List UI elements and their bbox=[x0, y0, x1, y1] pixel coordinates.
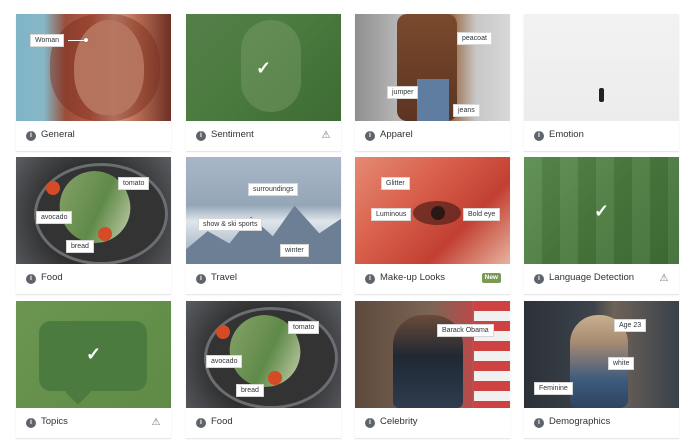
info-icon: i bbox=[365, 274, 375, 284]
warning-icon: ⚠ bbox=[321, 130, 331, 141]
tomato-shape bbox=[216, 325, 230, 339]
thumbnail-celebrity: Barack Obama bbox=[355, 301, 510, 408]
card-celebrity[interactable]: Barack Obama i Celebrity bbox=[355, 301, 510, 439]
tomato-shape-2 bbox=[98, 227, 112, 241]
caption-language-detection: i Language Detection ⚠ bbox=[524, 264, 679, 295]
card-label: Celebrity bbox=[380, 416, 418, 427]
iris-shape bbox=[431, 206, 445, 220]
card-label: Apparel bbox=[380, 129, 413, 140]
caption-makeup-looks: i Make-up Looks New bbox=[355, 264, 510, 295]
card-sentiment[interactable]: ✓ i Sentiment ⚠ bbox=[186, 14, 341, 152]
info-icon: i bbox=[26, 274, 36, 284]
caption-celebrity: i Celebrity bbox=[355, 408, 510, 439]
flag-shape bbox=[474, 301, 510, 408]
card-label: Language Detection bbox=[549, 272, 635, 283]
card-label: Make-up Looks bbox=[380, 272, 445, 283]
card-travel[interactable]: surroundings show & ski sports winter i … bbox=[186, 157, 341, 295]
tag-surroundings: surroundings bbox=[248, 183, 299, 196]
thumbnail-food-2: tomato avocado bread bbox=[186, 301, 341, 408]
check-icon: ✓ bbox=[85, 344, 102, 364]
card-label: Sentiment bbox=[211, 129, 254, 140]
card-emotion[interactable]: i Emotion bbox=[524, 14, 679, 152]
warning-icon: ⚠ bbox=[659, 273, 669, 284]
tag-glitter: Glitter bbox=[381, 177, 410, 190]
tag-bread: bread bbox=[236, 384, 264, 397]
tag-bold-eye: Bold eye bbox=[463, 208, 501, 221]
card-topics[interactable]: ✓ i Topics ⚠ bbox=[16, 301, 171, 439]
thumbnail-topics: ✓ bbox=[16, 301, 171, 408]
tag-avocado: avocado bbox=[36, 211, 73, 224]
jeans-shape bbox=[417, 79, 449, 121]
tag-age-23: Age 23 bbox=[614, 319, 647, 332]
card-label: Food bbox=[211, 416, 233, 427]
info-icon: i bbox=[365, 418, 375, 428]
tag-jeans: jeans bbox=[453, 104, 480, 117]
tag-luminous: Luminous bbox=[371, 208, 412, 221]
tag-woman: Woman bbox=[30, 34, 64, 47]
thumbnail-language-detection: ✓ bbox=[524, 157, 679, 264]
caption-demographics: i Demographics bbox=[524, 408, 679, 439]
info-icon: i bbox=[26, 418, 36, 428]
card-label: Emotion bbox=[549, 129, 584, 140]
card-label: Travel bbox=[211, 272, 238, 283]
thumbnail-travel: surroundings show & ski sports winter bbox=[186, 157, 341, 264]
hair-shape bbox=[50, 14, 160, 121]
tag-jumper: jumper bbox=[387, 86, 419, 99]
card-food[interactable]: tomato avocado bread i Food bbox=[16, 157, 171, 295]
warning-icon: ⚠ bbox=[151, 417, 161, 428]
thumbnail-emotion bbox=[524, 14, 679, 121]
card-label: Demographics bbox=[549, 416, 611, 427]
thumbnail-food: tomato avocado bread bbox=[16, 157, 171, 264]
caption-travel: i Travel bbox=[186, 264, 341, 295]
card-food-2[interactable]: tomato avocado bread i Food bbox=[186, 301, 341, 439]
caption-topics: i Topics ⚠ bbox=[16, 408, 171, 439]
caption-sentiment: i Sentiment ⚠ bbox=[186, 121, 341, 152]
caption-food: i Food bbox=[16, 264, 171, 295]
info-icon: i bbox=[365, 131, 375, 141]
check-icon: ✓ bbox=[255, 57, 272, 78]
card-label: Topics bbox=[41, 416, 68, 427]
person-shape bbox=[599, 88, 604, 102]
caption-general: i General bbox=[16, 121, 171, 152]
card-language-detection[interactable]: ✓ i Language Detection ⚠ bbox=[524, 157, 679, 295]
tag-bread: bread bbox=[66, 240, 94, 253]
tag-winter: winter bbox=[280, 244, 309, 257]
info-icon: i bbox=[534, 131, 544, 141]
info-icon: i bbox=[196, 131, 206, 141]
tag-tomato: tomato bbox=[118, 177, 150, 190]
thumbnail-apparel: peacoat jumper jeans bbox=[355, 14, 510, 121]
tag-avocado: avocado bbox=[206, 355, 243, 368]
card-label: General bbox=[41, 129, 75, 140]
caption-emotion: i Emotion bbox=[524, 121, 679, 152]
info-icon: i bbox=[196, 418, 206, 428]
card-label: Food bbox=[41, 272, 63, 283]
caption-apparel: i Apparel bbox=[355, 121, 510, 152]
info-icon: i bbox=[196, 274, 206, 284]
new-badge: New bbox=[481, 273, 501, 283]
card-demographics[interactable]: Age 23 white Feminine i Demographics bbox=[524, 301, 679, 439]
info-icon: i bbox=[534, 418, 544, 428]
card-makeup-looks[interactable]: Glitter Luminous Bold eye i Make-up Look… bbox=[355, 157, 510, 295]
tag-show-ski-sports: show & ski sports bbox=[198, 218, 263, 231]
tag-barack-obama: Barack Obama bbox=[437, 324, 494, 337]
thumbnail-sentiment: ✓ bbox=[186, 14, 341, 121]
caption-food-2: i Food bbox=[186, 408, 341, 439]
info-icon: i bbox=[534, 274, 544, 284]
card-apparel[interactable]: peacoat jumper jeans i Apparel bbox=[355, 14, 510, 152]
card-general[interactable]: Woman i General bbox=[16, 14, 171, 152]
tag-white: white bbox=[608, 357, 635, 370]
tag-feminine: Feminine bbox=[534, 382, 573, 395]
tag-peacoat: peacoat bbox=[457, 32, 492, 45]
thumbnail-makeup-looks: Glitter Luminous Bold eye bbox=[355, 157, 510, 264]
tag-tomato: tomato bbox=[288, 321, 320, 334]
thumbnail-demographics: Age 23 white Feminine bbox=[524, 301, 679, 408]
check-icon: ✓ bbox=[593, 200, 610, 221]
tomato-shape bbox=[46, 181, 60, 195]
tag-dot bbox=[84, 38, 88, 42]
tomato-shape-2 bbox=[268, 371, 282, 385]
thumbnail-general: Woman bbox=[16, 14, 171, 121]
info-icon: i bbox=[26, 131, 36, 141]
